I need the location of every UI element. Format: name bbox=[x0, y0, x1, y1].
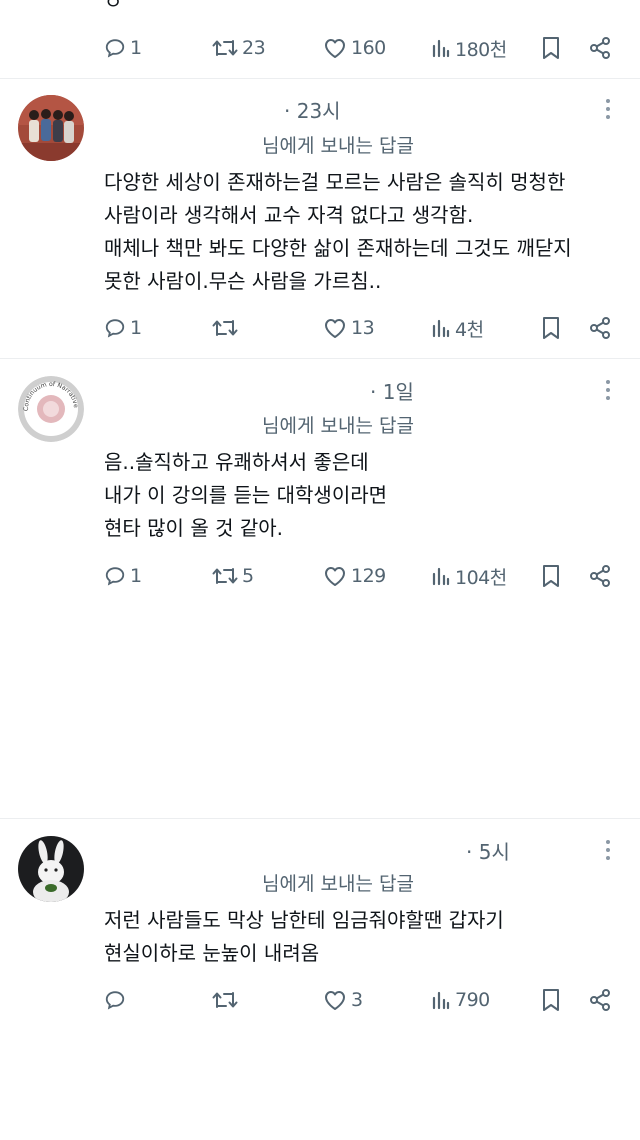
retweet-button[interactable] bbox=[212, 317, 242, 339]
tweet-timestamp[interactable]: · 1일 bbox=[370, 376, 414, 405]
replying-to-label: 님에게 보내는 답글 bbox=[262, 873, 414, 895]
share-icon bbox=[588, 988, 612, 1012]
like-button[interactable]: 3 bbox=[323, 989, 363, 1011]
like-button[interactable]: 160 bbox=[323, 37, 386, 59]
tweet-timestamp[interactable]: · 23시 bbox=[284, 95, 341, 124]
views-icon bbox=[431, 565, 451, 587]
bookmark-button[interactable] bbox=[541, 316, 561, 340]
reply-count: 1 bbox=[130, 37, 142, 59]
reply-count: 1 bbox=[130, 565, 142, 587]
tweet-text-line: 매체나 책만 봐도 다양한 삶이 존재하는데 그것도 깨닫지 bbox=[104, 236, 572, 260]
retweet-count: 5 bbox=[242, 565, 254, 587]
like-count: 13 bbox=[351, 317, 375, 339]
like-count: 3 bbox=[351, 989, 363, 1011]
tweet-text-line: 다양한 세상이 존재하는걸 모르는 사람은 솔직히 멍청한 bbox=[104, 170, 566, 194]
retweet-button[interactable] bbox=[212, 989, 242, 1011]
bookmark-button[interactable] bbox=[541, 36, 561, 60]
retweet-icon bbox=[212, 565, 238, 587]
heart-icon bbox=[323, 565, 347, 587]
bookmark-icon bbox=[541, 36, 561, 60]
view-count: 790 bbox=[455, 989, 490, 1011]
share-icon bbox=[588, 564, 612, 588]
share-button[interactable] bbox=[588, 36, 612, 60]
reply-button[interactable]: 1 bbox=[104, 565, 142, 587]
retweet-button[interactable]: 5 bbox=[212, 565, 254, 587]
bookmark-icon bbox=[541, 564, 561, 588]
tweet-actions: 1 5 129 104천 bbox=[104, 561, 620, 591]
more-options-button[interactable] bbox=[604, 97, 612, 121]
avatar[interactable] bbox=[18, 95, 84, 161]
reply-icon bbox=[104, 989, 126, 1011]
tweet-actions: 1 23 160 180천 bbox=[104, 33, 620, 63]
views-button[interactable]: 4천 bbox=[431, 315, 484, 342]
more-vertical-icon bbox=[604, 840, 612, 866]
views-button[interactable]: 180천 bbox=[431, 35, 507, 62]
more-options-button[interactable] bbox=[604, 378, 612, 402]
share-button[interactable] bbox=[588, 316, 612, 340]
like-button[interactable]: 13 bbox=[323, 317, 375, 339]
bookmark-icon bbox=[541, 988, 561, 1012]
tweet-text-line: 사람이라 생각해서 교수 자격 없다고 생각함. bbox=[104, 203, 474, 227]
like-button[interactable]: 129 bbox=[323, 565, 386, 587]
replying-to-label: 님에게 보내는 답글 bbox=[262, 135, 414, 157]
bookmark-icon bbox=[541, 316, 561, 340]
replying-to-label: 님에게 보내는 답글 bbox=[262, 415, 414, 437]
more-options-button[interactable] bbox=[604, 838, 612, 862]
views-icon bbox=[431, 989, 451, 1011]
like-count: 129 bbox=[351, 565, 386, 587]
reply-button[interactable]: 1 bbox=[104, 37, 142, 59]
like-count: 160 bbox=[351, 37, 386, 59]
tweet-text-line: 내가 이 강의를 듣는 대학생이라면 bbox=[104, 483, 388, 507]
divider bbox=[0, 818, 640, 819]
reply-count: 1 bbox=[130, 317, 142, 339]
bookmark-button[interactable] bbox=[541, 564, 561, 588]
share-button[interactable] bbox=[588, 564, 612, 588]
tweet-text-line: 현실이하로 눈높이 내려옴 bbox=[104, 941, 320, 965]
retweet-icon bbox=[212, 317, 238, 339]
retweet-icon bbox=[212, 37, 238, 59]
tweet-text-line: 현타 많이 올 것 같아. bbox=[104, 516, 283, 540]
tweet-text: 음..솔직하고 유쾌하셔서 좋은데 내가 이 강의를 듣는 대학생이라면 현타 … bbox=[104, 446, 614, 545]
reply-button[interactable] bbox=[104, 989, 130, 1011]
reply-icon bbox=[104, 37, 126, 59]
view-count: 180천 bbox=[455, 38, 507, 61]
share-button[interactable] bbox=[588, 988, 612, 1012]
tweet-text: 저런 사람들도 막상 남한테 임금줘야할땐 갑자기 현실이하로 눈높이 내려옴 bbox=[104, 904, 614, 970]
view-count: 4천 bbox=[455, 318, 484, 341]
view-count: 104천 bbox=[455, 566, 507, 589]
views-button[interactable]: 790 bbox=[431, 989, 490, 1011]
more-vertical-icon bbox=[604, 380, 612, 406]
avatar[interactable]: Continuum of Narratives bbox=[18, 376, 84, 442]
reply-button[interactable]: 1 bbox=[104, 317, 142, 339]
views-icon bbox=[431, 317, 451, 339]
divider bbox=[0, 78, 640, 79]
heart-icon bbox=[323, 37, 347, 59]
retweet-icon bbox=[212, 989, 238, 1011]
more-vertical-icon bbox=[604, 99, 612, 125]
heart-icon bbox=[323, 989, 347, 1011]
views-icon bbox=[431, 37, 451, 59]
reply-icon bbox=[104, 317, 126, 339]
previous-tweet-text-fragment: ㅇ bbox=[104, 0, 123, 14]
tweet-timestamp[interactable]: · 5시 bbox=[466, 836, 510, 865]
share-icon bbox=[588, 316, 612, 340]
reply-icon bbox=[104, 565, 126, 587]
views-button[interactable]: 104천 bbox=[431, 563, 507, 590]
bookmark-button[interactable] bbox=[541, 988, 561, 1012]
divider bbox=[0, 358, 640, 359]
tweet-actions: 3 790 bbox=[104, 985, 620, 1015]
tweet-text-line: 저런 사람들도 막상 남한테 임금줘야할땐 갑자기 bbox=[104, 908, 504, 932]
heart-icon bbox=[323, 317, 347, 339]
tweet-actions: 1 13 4천 bbox=[104, 313, 620, 343]
tweet-text-line: 음..솔직하고 유쾌하셔서 좋은데 bbox=[104, 450, 369, 474]
avatar[interactable] bbox=[18, 836, 84, 902]
retweet-count: 23 bbox=[242, 37, 266, 59]
tweet-text: 다양한 세상이 존재하는걸 모르는 사람은 솔직히 멍청한 사람이라 생각해서 … bbox=[104, 166, 614, 298]
share-icon bbox=[588, 36, 612, 60]
tweet-text-line: 못한 사람이.무슨 사람을 가르침.. bbox=[104, 269, 382, 293]
retweet-button[interactable]: 23 bbox=[212, 37, 266, 59]
